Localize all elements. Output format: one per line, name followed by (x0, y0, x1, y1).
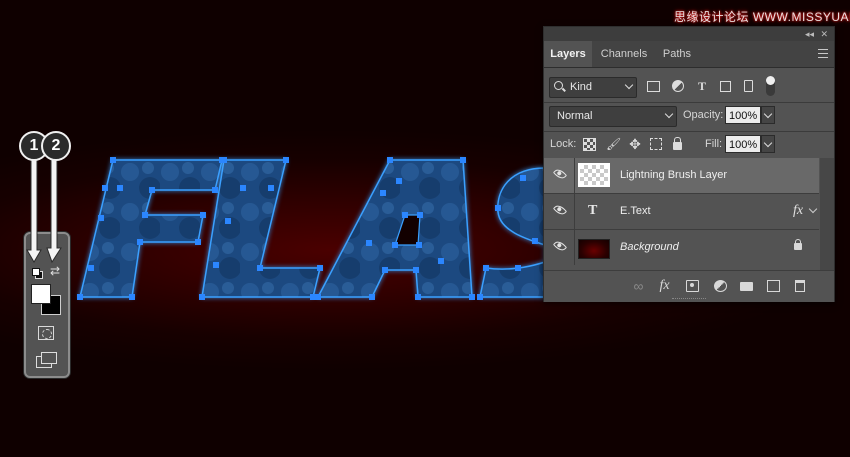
panel-title-bar[interactable]: ◂◂ ✕ (544, 27, 834, 41)
tab-channels[interactable]: Channels (593, 41, 655, 67)
opacity-label: Opacity: (683, 109, 724, 121)
panel-resize-grip[interactable] (672, 298, 706, 301)
visibility-eye-icon[interactable] (552, 166, 568, 182)
search-icon (554, 81, 563, 90)
filter-shape-icon[interactable] (720, 81, 731, 92)
visibility-eye-icon[interactable] (552, 238, 568, 254)
tab-layers[interactable]: Layers (544, 41, 592, 67)
callout-2: 2 (41, 131, 71, 161)
lock-image-pixels-icon[interactable]: 🖌 (606, 137, 621, 151)
layer-row-e-text[interactable]: T E.Text fx (544, 194, 819, 230)
layer-name: Background (620, 241, 679, 253)
opacity-dropdown[interactable] (761, 106, 775, 124)
new-layer-icon[interactable] (767, 280, 780, 292)
blend-mode-value: Normal (557, 110, 593, 122)
filter-kind-value: Kind (570, 81, 593, 93)
chevron-down-icon (763, 138, 773, 148)
filter-type-icon[interactable]: T (695, 79, 709, 93)
delete-layer-icon[interactable] (795, 280, 805, 292)
layer-row-background[interactable]: Background (544, 230, 819, 265)
layers-scrollbar[interactable] (820, 158, 834, 270)
visibility-eye-icon[interactable] (552, 202, 568, 218)
new-group-icon[interactable] (740, 282, 753, 291)
add-layer-style-icon[interactable]: fx (658, 279, 671, 293)
foreground-color-swatch[interactable] (31, 284, 51, 304)
lock-icon (794, 239, 802, 250)
filter-kind-select[interactable]: Kind (549, 77, 637, 98)
divider (574, 194, 575, 229)
chevron-down-icon (624, 80, 634, 90)
link-layers-icon[interactable]: ∞ (632, 279, 645, 293)
panel-menu-icon[interactable] (818, 49, 828, 58)
layer-thumbnail (578, 163, 610, 187)
layer-effects-icon[interactable]: fx (793, 203, 803, 219)
divider (544, 102, 834, 103)
filter-adjustment-icon[interactable] (672, 80, 684, 92)
lock-label: Lock: (550, 138, 577, 150)
opacity-input[interactable]: 100% (725, 106, 761, 124)
chevron-down-icon (664, 109, 674, 119)
add-mask-icon[interactable] (686, 280, 699, 292)
filter-smart-object-icon[interactable] (744, 80, 753, 92)
layer-name: Lightning Brush Layer (620, 169, 728, 181)
lock-all-icon[interactable] (673, 137, 682, 150)
filter-toggle-switch[interactable] (766, 76, 775, 96)
layers-list: Lightning Brush Layer T E.Text fx Backgr… (544, 158, 834, 270)
fill-label: Fill: (705, 138, 723, 150)
layer-thumbnail (578, 239, 610, 259)
blend-mode-select[interactable]: Normal (549, 106, 677, 127)
lock-artboard-icon[interactable] (650, 138, 662, 150)
close-icon[interactable]: ✕ (820, 27, 828, 41)
fill-dropdown[interactable] (761, 135, 775, 153)
divider (574, 158, 575, 193)
lock-position-icon[interactable]: ✥ (628, 137, 642, 151)
fill-input[interactable]: 100% (725, 135, 761, 153)
new-adjustment-layer-icon[interactable] (714, 280, 727, 292)
layers-panel: ◂◂ ✕ Layers Channels Paths Kind T Normal… (543, 26, 835, 302)
type-layer-icon: T (588, 203, 598, 218)
lock-transparent-pixels-icon[interactable] (583, 138, 596, 151)
tab-paths[interactable]: Paths (656, 41, 698, 67)
panel-tabs: Layers Channels Paths (544, 41, 834, 68)
divider (544, 131, 834, 132)
layer-name: E.Text (620, 205, 651, 217)
collapse-icon[interactable]: ◂◂ (805, 27, 814, 41)
chevron-down-icon[interactable] (808, 204, 818, 214)
chevron-down-icon (763, 109, 773, 119)
layer-row-lightning-brush[interactable]: Lightning Brush Layer (544, 158, 819, 194)
filter-pixel-icon[interactable] (647, 81, 660, 92)
divider (574, 230, 575, 265)
